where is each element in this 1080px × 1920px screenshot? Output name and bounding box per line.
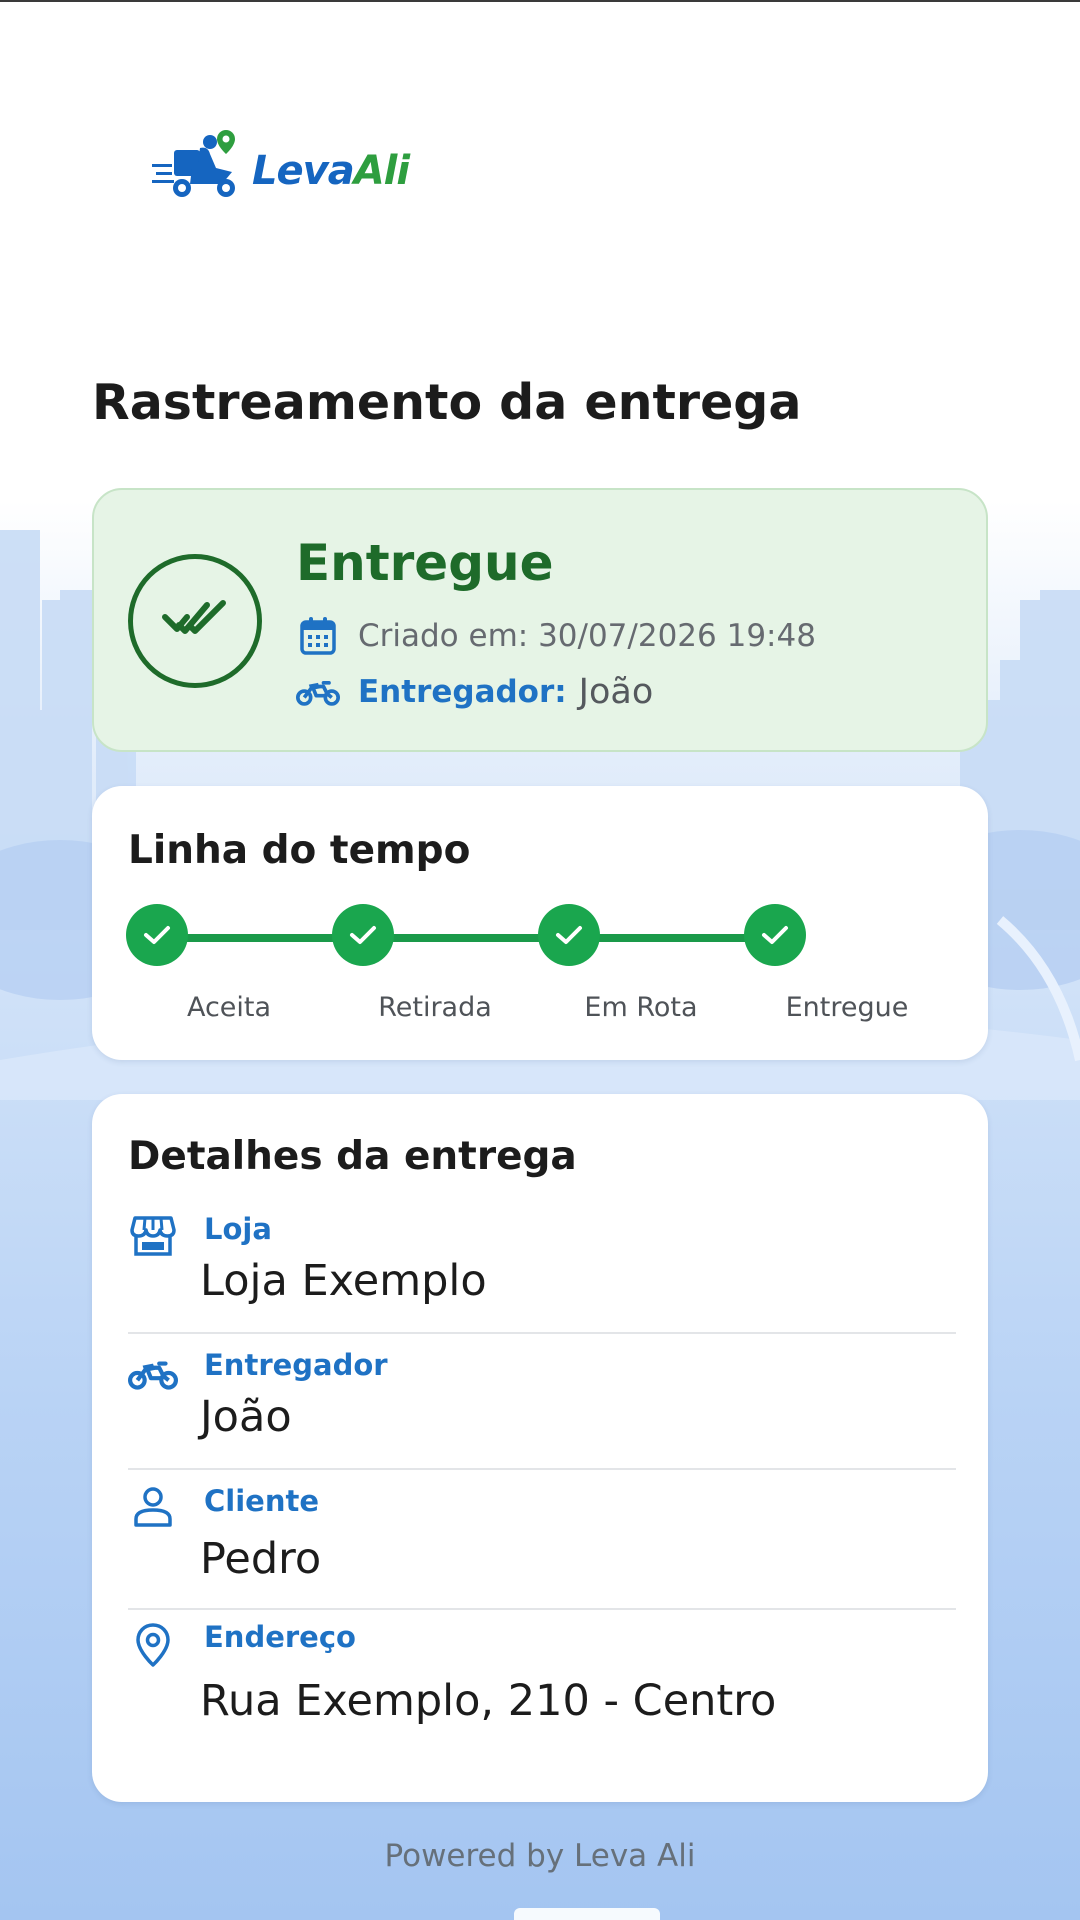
logo-wordmark-leva: Leva <box>252 148 355 194</box>
detail-store: Loja Loja Exemplo <box>128 1212 956 1342</box>
status-badge <box>128 554 262 688</box>
timeline-step-picked-up-check-icon <box>332 904 394 966</box>
detail-courier: Entregador João <box>128 1348 956 1478</box>
timeline-step-label: Entregue <box>785 992 909 1023</box>
powered-by-footer: Powered by Leva Ali <box>384 1838 696 1874</box>
status-bar-edge <box>0 0 1080 2</box>
divider <box>128 1332 956 1334</box>
page-title: Rastreamento da entrega <box>92 374 802 431</box>
calendar-icon <box>296 616 340 656</box>
courier-row: Entregador: João <box>296 672 653 712</box>
timeline-step-label: Retirada <box>378 992 492 1023</box>
timeline-step-label: Em Rota <box>584 992 698 1023</box>
timeline-track <box>152 934 772 942</box>
status-label: Entregue <box>296 534 554 592</box>
timeline-step-en-route-check-icon <box>538 904 600 966</box>
delivery-scooter-logo-icon <box>152 130 235 197</box>
logo-wordmark-ali: Ali <box>353 148 410 194</box>
detail-key: Entregador <box>204 1348 388 1382</box>
detail-address: Endereço Rua Exemplo, 210 - Centro <box>128 1620 956 1760</box>
detail-value: Pedro <box>200 1534 322 1584</box>
timeline-title: Linha do tempo <box>128 828 471 873</box>
courier-key: Entregador: <box>358 674 567 710</box>
courier-value: João <box>578 672 654 712</box>
delivery-status-card: Entregue Criado em: 30/07/2026 19:48 Ent… <box>92 488 988 752</box>
detail-key: Endereço <box>204 1620 356 1654</box>
motorcycle-icon <box>128 1350 178 1400</box>
created-date: Criado em: 30/07/2026 19:48 <box>358 618 816 654</box>
detail-customer: Cliente Pedro <box>128 1484 956 1614</box>
created-row: Criado em: 30/07/2026 19:48 <box>296 616 816 656</box>
detail-value: Rua Exemplo, 210 - Centro <box>200 1676 777 1726</box>
leva-ali-logo: LevaAli <box>152 128 424 204</box>
logo-wordmark: LevaAli <box>252 148 410 194</box>
location-pin-icon <box>128 1622 178 1672</box>
double-check-icon <box>162 600 226 634</box>
detail-value: Loja Exemplo <box>200 1256 487 1306</box>
timeline-card: Linha do tempo Aceita Retirada Em Rota E… <box>92 786 988 1060</box>
person-icon <box>128 1486 178 1536</box>
home-indicator[interactable] <box>514 1908 660 1920</box>
detail-value: João <box>200 1392 292 1442</box>
timeline-step-label: Aceita <box>186 992 272 1023</box>
details-title: Detalhes da entrega <box>128 1134 577 1179</box>
store-icon <box>128 1214 178 1264</box>
motorcycle-icon <box>296 672 340 712</box>
divider <box>128 1468 956 1470</box>
divider <box>128 1608 956 1610</box>
timeline-step-delivered-check-icon <box>744 904 806 966</box>
delivery-details-card: Detalhes da entrega Loja Loja Exemplo En… <box>92 1094 988 1802</box>
detail-key: Cliente <box>204 1484 320 1518</box>
timeline-step-accepted-check-icon <box>126 904 188 966</box>
detail-key: Loja <box>204 1212 272 1246</box>
